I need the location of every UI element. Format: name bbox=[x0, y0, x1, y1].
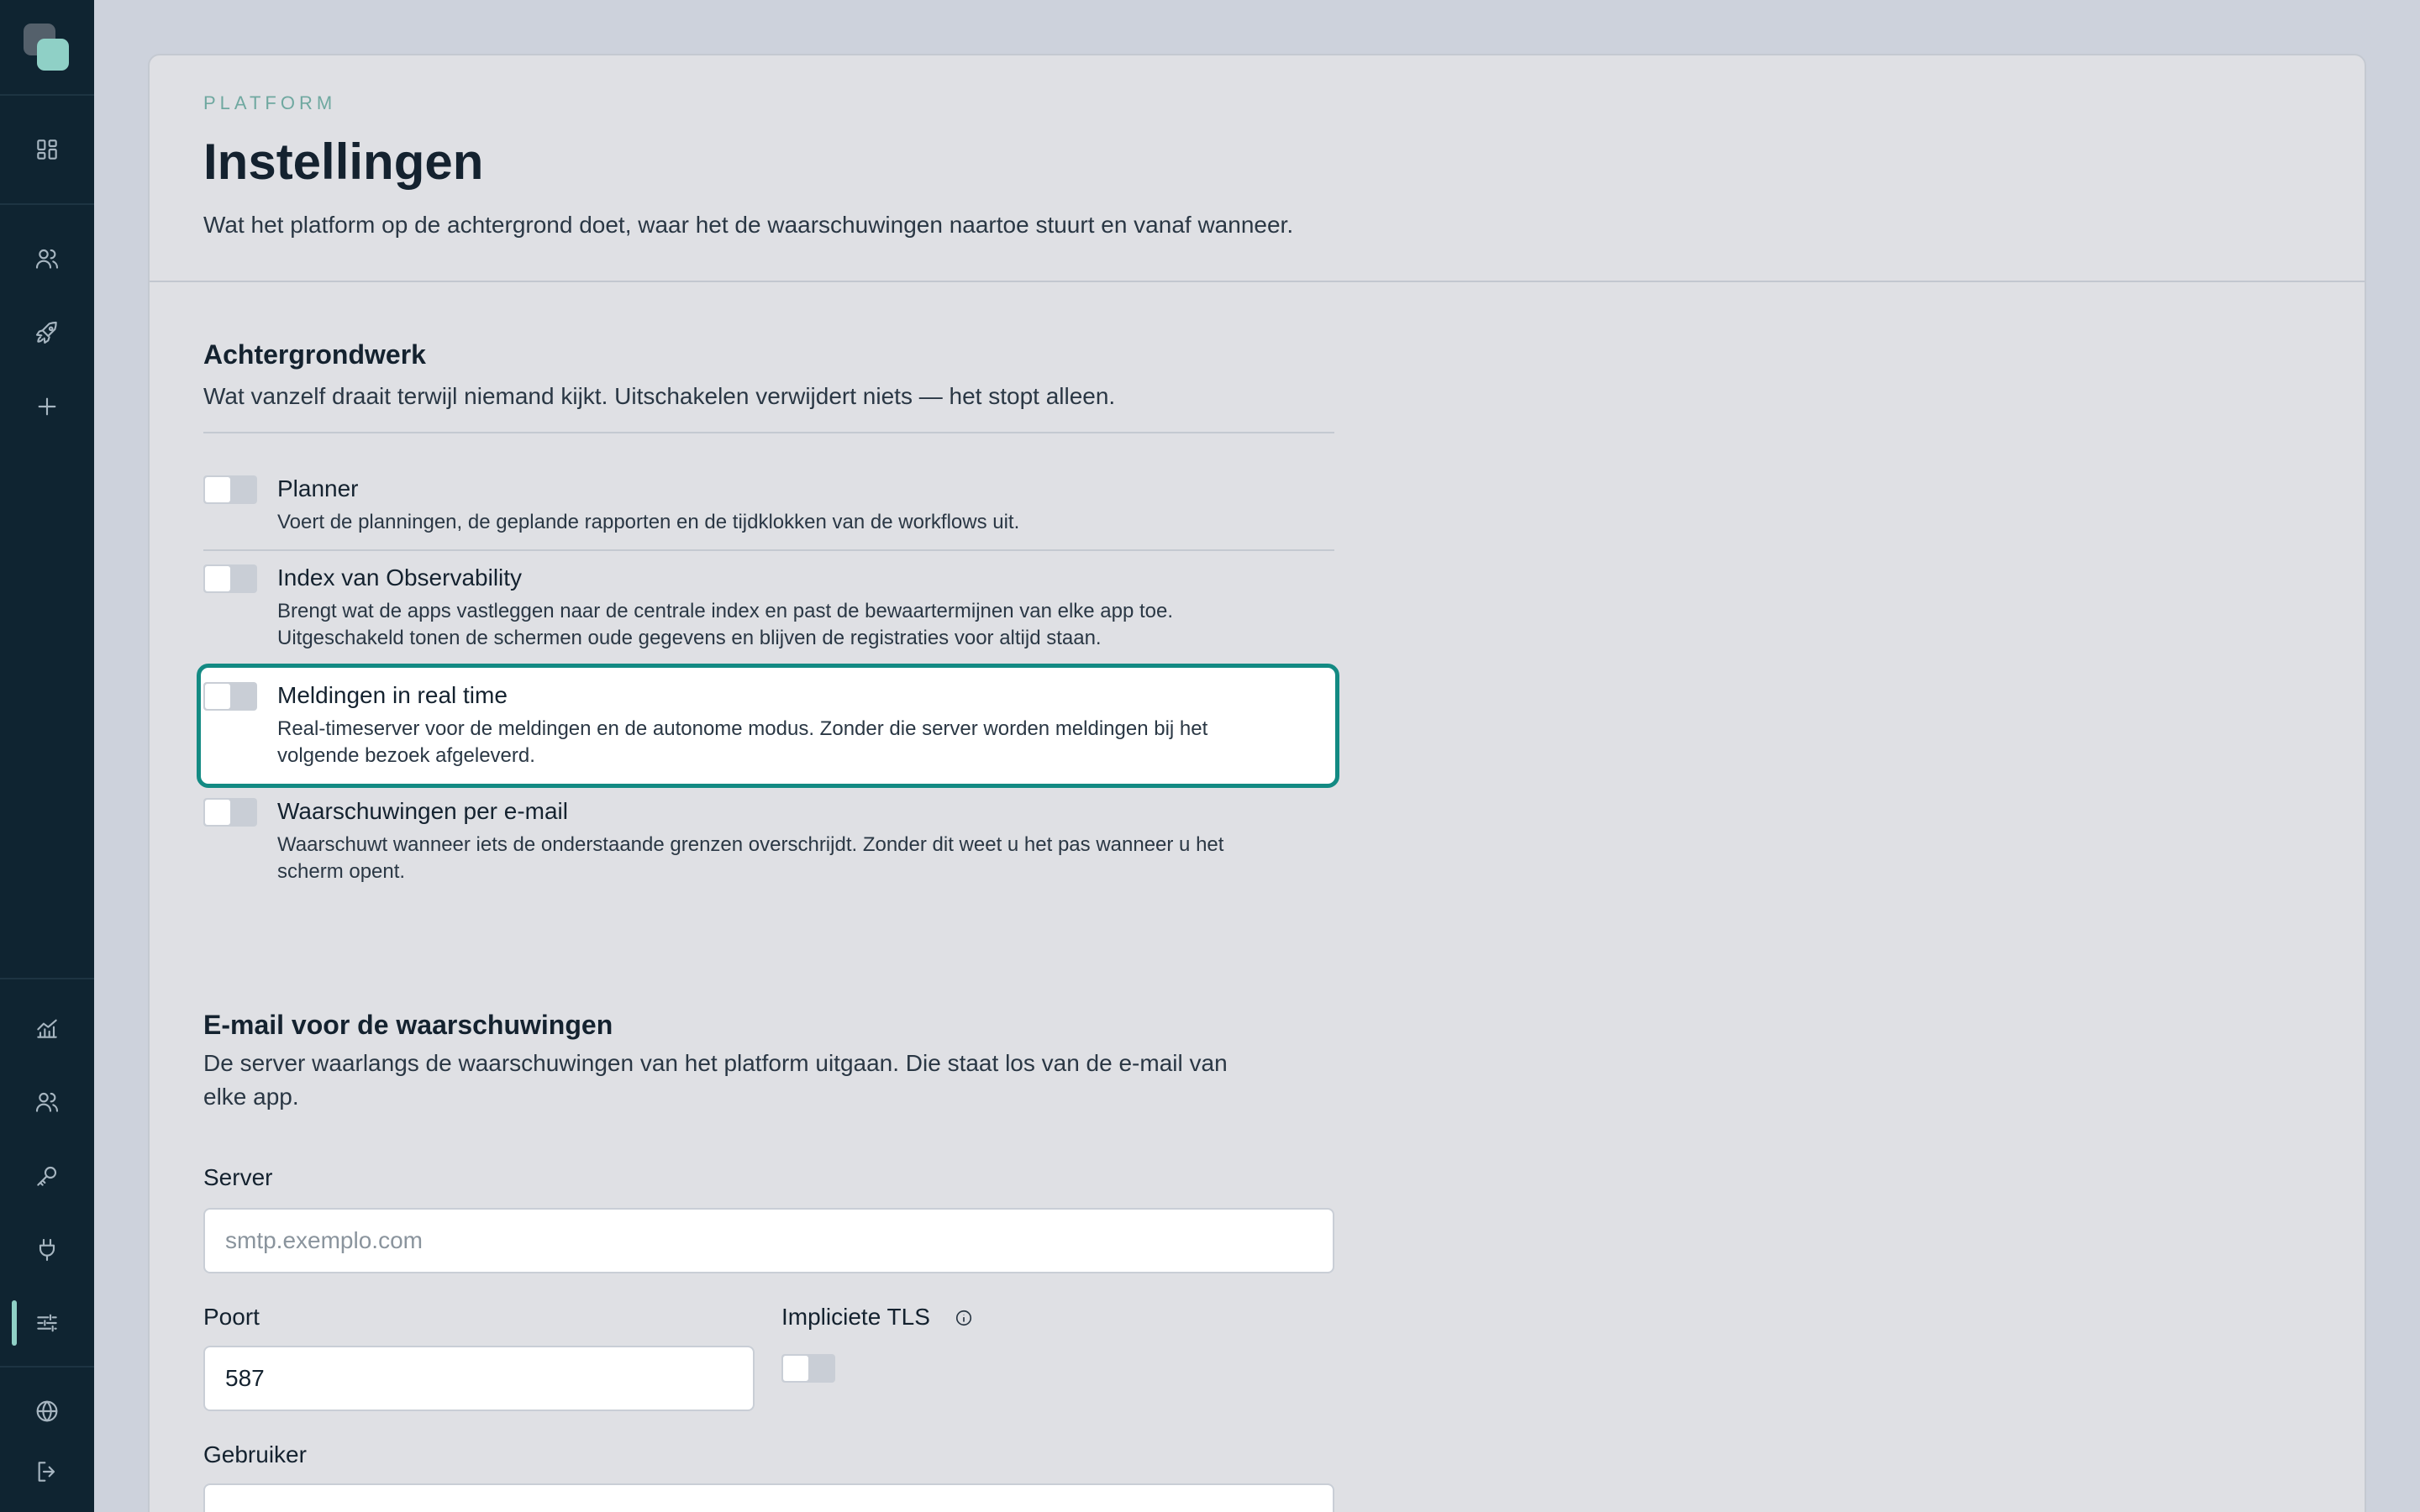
plug-icon[interactable] bbox=[29, 1231, 66, 1268]
sidebar-divider bbox=[0, 978, 94, 979]
dashboard-icon[interactable] bbox=[29, 131, 66, 168]
sidebar-divider bbox=[0, 203, 94, 205]
email-alerts-toggle[interactable] bbox=[203, 798, 257, 827]
realtime-description: Real-timeserver voor de meldingen en de … bbox=[277, 716, 1328, 769]
app-logo[interactable] bbox=[24, 24, 71, 71]
email-alerts-title: Waarschuwingen per e-mail bbox=[277, 798, 568, 824]
port-label: Poort bbox=[203, 1304, 260, 1330]
user-label: Gebruiker bbox=[203, 1441, 307, 1467]
sidebar bbox=[0, 0, 94, 1512]
planner-title: Planner bbox=[277, 475, 359, 501]
background-section-title: Achtergrondwerk bbox=[203, 339, 426, 370]
sidebar-divider bbox=[0, 1366, 94, 1368]
user-input[interactable] bbox=[203, 1483, 1334, 1512]
description-line: elke app. bbox=[203, 1084, 299, 1110]
observability-title: Index van Observability bbox=[277, 564, 523, 591]
description-line: Uitgeschakeld tonen de schermen oude geg… bbox=[277, 627, 1102, 649]
active-indicator bbox=[12, 1300, 17, 1346]
toggle-knob bbox=[205, 684, 230, 709]
toggle-knob bbox=[205, 566, 230, 591]
plus-icon[interactable] bbox=[29, 388, 66, 425]
globe-icon[interactable] bbox=[29, 1393, 66, 1430]
port-input[interactable] bbox=[203, 1346, 755, 1411]
page-eyebrow: PLATFORM bbox=[203, 92, 337, 113]
row-divider bbox=[203, 549, 1334, 551]
sidebar-divider bbox=[0, 94, 94, 96]
toggle-row-realtime: Meldingen in real time Real-timeserver v… bbox=[203, 682, 1334, 769]
realtime-toggle[interactable] bbox=[203, 682, 257, 711]
tls-label: Impliciete TLS bbox=[781, 1304, 930, 1330]
analytics-icon[interactable] bbox=[29, 1010, 66, 1047]
toggle-knob bbox=[205, 477, 230, 502]
email-alerts-description: Waarschuwt wanneer iets de onderstaande … bbox=[277, 832, 1328, 885]
description-line: Brengt wat de apps vastleggen naar de ce… bbox=[277, 600, 1174, 622]
server-label: Server bbox=[203, 1164, 273, 1190]
toggle-row-planner: Planner Voert de planningen, de geplande… bbox=[203, 475, 1334, 543]
page-title: Instellingen bbox=[203, 134, 484, 190]
team-icon[interactable] bbox=[29, 1084, 66, 1121]
description-line: Voert de planningen, de geplande rapport… bbox=[277, 511, 1020, 533]
background-section-description: Wat vanzelf draait terwijl niemand kijkt… bbox=[203, 383, 1116, 409]
toggle-row-email-alerts: Waarschuwingen per e-mail Waarschuwt wan… bbox=[203, 798, 1334, 885]
rocket-icon[interactable] bbox=[29, 314, 66, 351]
toggle-row-observability: Index van Observability Brengt wat de ap… bbox=[203, 564, 1334, 649]
tls-toggle[interactable] bbox=[781, 1354, 835, 1383]
info-icon[interactable] bbox=[955, 1309, 973, 1327]
header-divider bbox=[150, 281, 2365, 282]
users-icon[interactable] bbox=[29, 240, 66, 277]
observability-toggle[interactable] bbox=[203, 564, 257, 593]
realtime-title: Meldingen in real time bbox=[277, 682, 508, 708]
server-input[interactable] bbox=[203, 1208, 1334, 1273]
description-line: volgende bezoek afgeleverd. bbox=[277, 744, 535, 767]
settings-sliders-icon[interactable] bbox=[29, 1305, 66, 1341]
planner-toggle[interactable] bbox=[203, 475, 257, 504]
description-line: scherm opent. bbox=[277, 860, 406, 883]
description-line: De server waarlangs de waarschuwingen va… bbox=[203, 1050, 1228, 1076]
planner-description: Voert de planningen, de geplande rapport… bbox=[277, 509, 1328, 536]
section-divider bbox=[203, 432, 1334, 433]
toggle-knob bbox=[783, 1356, 808, 1381]
email-section-description: De server waarlangs de waarschuwingen va… bbox=[203, 1047, 1338, 1114]
key-icon[interactable] bbox=[29, 1158, 66, 1194]
email-section-title: E-mail voor de waarschuwingen bbox=[203, 1010, 613, 1040]
observability-description: Brengt wat de apps vastleggen naar de ce… bbox=[277, 598, 1328, 652]
logout-icon[interactable] bbox=[29, 1453, 66, 1490]
logo-shape-front bbox=[37, 39, 69, 71]
description-line: Waarschuwt wanneer iets de onderstaande … bbox=[277, 833, 1224, 856]
page-description: Wat het platform op de achtergrond doet,… bbox=[203, 212, 1294, 238]
description-line: Real-timeserver voor de meldingen en de … bbox=[277, 717, 1208, 740]
toggle-knob bbox=[205, 800, 230, 825]
settings-panel: PLATFORM Instellingen Wat het platform o… bbox=[148, 54, 2366, 1512]
